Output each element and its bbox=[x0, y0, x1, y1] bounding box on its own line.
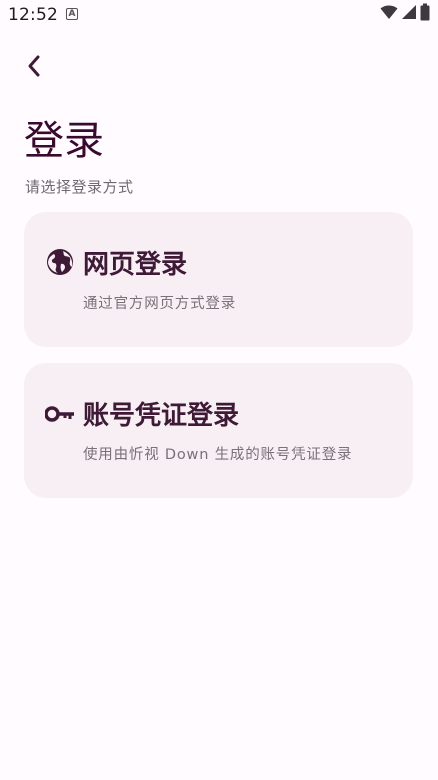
back-button[interactable] bbox=[14, 48, 54, 88]
notification-icon: A bbox=[66, 8, 78, 20]
credential-login-option[interactable]: 账号凭证登录 使用由忻视 Down 生成的账号凭证登录 bbox=[24, 363, 413, 498]
page-title: 登录 bbox=[24, 118, 104, 164]
credential-login-title: 账号凭证登录 bbox=[83, 401, 240, 431]
chevron-left-icon bbox=[26, 54, 42, 82]
signal-icon bbox=[401, 4, 417, 24]
page-subtitle: 请选择登录方式 bbox=[25, 178, 134, 196]
status-bar: 12:52 A bbox=[0, 0, 438, 30]
web-login-title: 网页登录 bbox=[83, 250, 188, 280]
web-login-option[interactable]: 网页登录 通过官方网页方式登录 bbox=[24, 212, 413, 347]
battery-icon bbox=[420, 3, 430, 25]
credential-login-description: 使用由忻视 Down 生成的账号凭证登录 bbox=[83, 447, 353, 463]
status-icons bbox=[380, 3, 430, 25]
status-time: 12:52 bbox=[8, 5, 58, 25]
globe-icon bbox=[45, 247, 75, 277]
key-icon bbox=[45, 399, 75, 429]
wifi-icon bbox=[380, 4, 398, 24]
web-login-description: 通过官方网页方式登录 bbox=[83, 296, 236, 312]
